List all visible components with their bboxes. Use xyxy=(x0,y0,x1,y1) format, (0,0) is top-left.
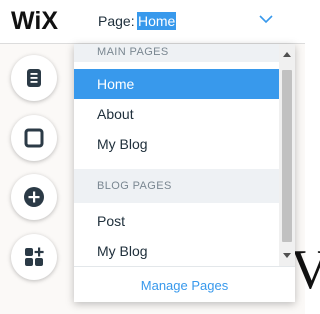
top-bar: WiX Page: Home xyxy=(0,0,305,44)
square-icon xyxy=(24,128,44,148)
background-button[interactable] xyxy=(11,115,57,161)
scroll-up-icon[interactable] xyxy=(283,52,291,57)
manage-pages-link[interactable]: Manage Pages xyxy=(74,278,295,294)
page-item-post[interactable]: Post xyxy=(74,206,279,236)
pages-menu-button[interactable] xyxy=(11,55,57,101)
pages-dropdown: MAIN PAGES Home About My Blog BLOG PAGES… xyxy=(74,44,295,302)
page-item-home[interactable]: Home xyxy=(74,69,279,99)
plus-circle-icon xyxy=(24,187,44,207)
page-item-about[interactable]: About xyxy=(74,99,279,129)
dropdown-footer: Manage Pages xyxy=(74,266,295,302)
section-header-main-pages: MAIN PAGES xyxy=(74,44,279,62)
chevron-down-icon[interactable] xyxy=(259,14,273,24)
page-selector-label: Page: xyxy=(98,13,135,29)
apps-plus-icon xyxy=(25,247,44,266)
page-item-blog-my-blog[interactable]: My Blog xyxy=(74,236,279,266)
page-item-my-blog[interactable]: My Blog xyxy=(74,129,279,159)
document-icon xyxy=(27,69,41,87)
scroll-thumb[interactable] xyxy=(282,70,292,242)
add-apps-button[interactable] xyxy=(11,234,57,280)
section-header-blog-pages: BLOG PAGES xyxy=(74,169,279,203)
wix-logo[interactable]: WiX xyxy=(11,7,58,35)
dropdown-scrollbar[interactable] xyxy=(279,44,295,266)
page-selector-value[interactable]: Home xyxy=(137,12,177,30)
page-selector[interactable]: Page: Home xyxy=(74,0,295,43)
pages-list: MAIN PAGES Home About My Blog BLOG PAGES… xyxy=(74,44,279,266)
add-button[interactable] xyxy=(11,174,57,220)
scroll-down-icon[interactable] xyxy=(283,253,291,258)
